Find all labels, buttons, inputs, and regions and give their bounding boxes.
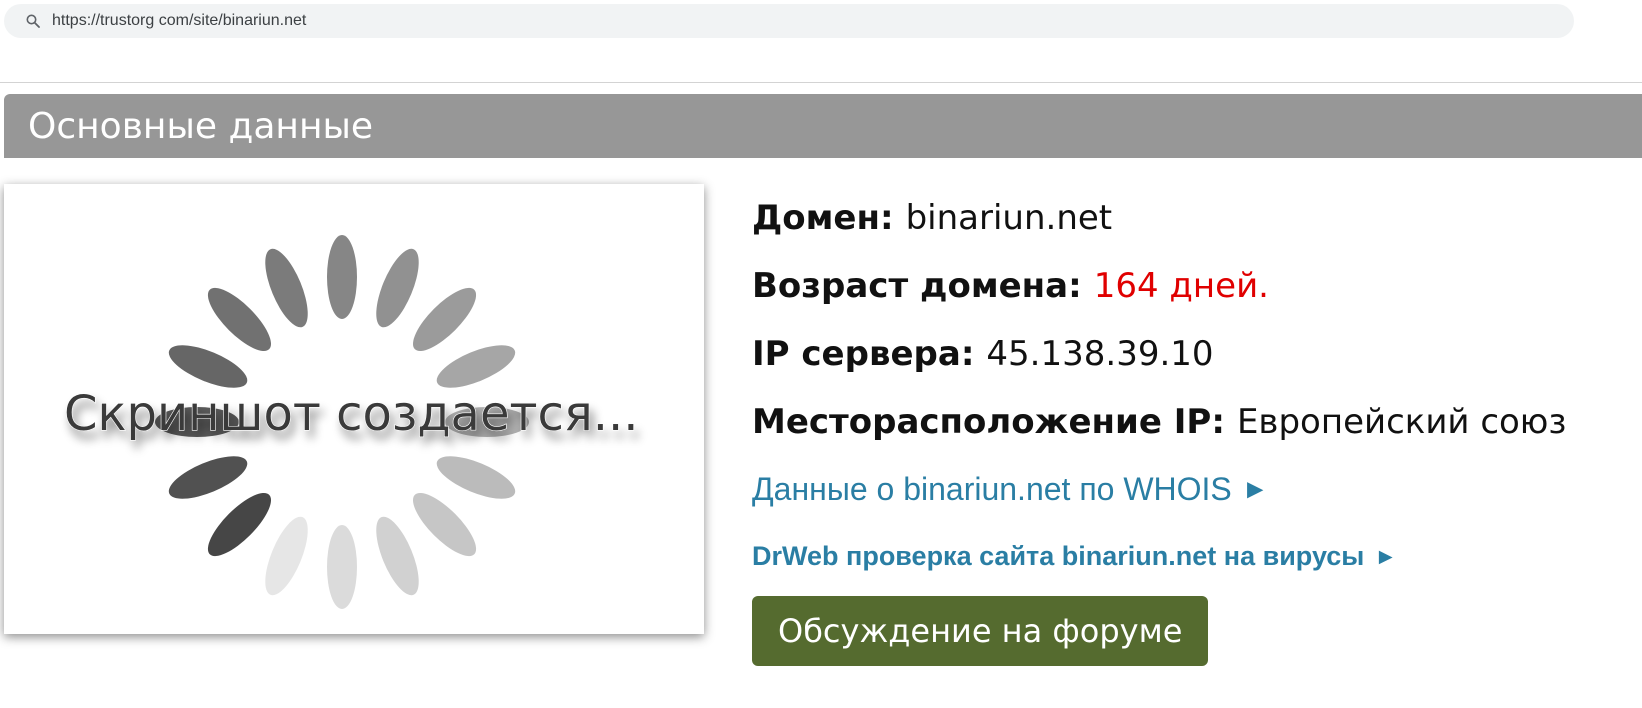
section-header: Основные данные: [4, 94, 1642, 158]
whois-link-text[interactable]: Данные о binariun.net по WHOIS: [752, 471, 1232, 508]
spinner-petal: [327, 235, 357, 319]
server-ip-row: IP сервера: 45.138.39.10: [752, 320, 1632, 388]
domain-age-row: Возраст домена: 164 дней.: [752, 252, 1632, 320]
ip-location-row: Месторасположение IP: Европейский союз: [752, 388, 1632, 456]
spinner-petal: [376, 248, 419, 328]
domain-age-value: 164 дней.: [1093, 266, 1269, 306]
drweb-virus-check-link[interactable]: DrWeb проверка сайта binariun.net на вир…: [752, 522, 1632, 590]
spinner-petal: [168, 456, 248, 499]
site-info: Домен: binariun.net Возраст домена: 164 …: [752, 184, 1632, 666]
whois-link[interactable]: Данные о binariun.net по WHOIS ►: [752, 456, 1632, 522]
arrow-right-icon: ►: [1241, 473, 1269, 504]
address-bar[interactable]: https://trustorg com/site/binariun.net: [4, 4, 1574, 38]
ip-location-value: Европейский союз: [1236, 402, 1567, 442]
spinner-petal: [327, 525, 357, 609]
ip-location-label: Месторасположение IP:: [752, 402, 1225, 442]
server-ip-value: 45.138.39.10: [986, 334, 1214, 374]
address-url[interactable]: https://trustorg com/site/binariun.net: [52, 12, 306, 30]
arrow-right-icon: ►: [1374, 542, 1398, 569]
spinner-petal: [412, 287, 477, 352]
forum-discussion-button[interactable]: Обсуждение на форуме: [752, 596, 1209, 666]
site-screenshot-placeholder: Скриншот создается... Скриншот создается…: [4, 184, 704, 634]
spinner-petal: [436, 456, 516, 499]
spinner-petal: [265, 516, 308, 596]
server-ip-label: IP сервера:: [752, 334, 975, 374]
spinner-petal: [207, 492, 272, 557]
spinner-petal: [376, 516, 419, 596]
domain-label: Домен:: [752, 198, 894, 238]
domain-age-label: Возраст домена:: [752, 266, 1082, 306]
loading-spinner-image: Скриншот создается... Скриншот создается…: [63, 235, 642, 609]
domain-value: binariun.net: [905, 198, 1113, 238]
spinner-petal: [265, 248, 308, 328]
search-icon: [26, 13, 42, 29]
spinner-petal: [207, 287, 272, 352]
domain-row: Домен: binariun.net: [752, 184, 1632, 252]
spinner-petal: [412, 492, 477, 557]
drweb-link-text[interactable]: DrWeb проверка сайта binariun.net на вир…: [752, 541, 1364, 572]
top-divider: [0, 82, 1642, 83]
screenshot-status-text: Скриншот создается...: [64, 386, 638, 442]
section-title: Основные данные: [28, 105, 374, 147]
